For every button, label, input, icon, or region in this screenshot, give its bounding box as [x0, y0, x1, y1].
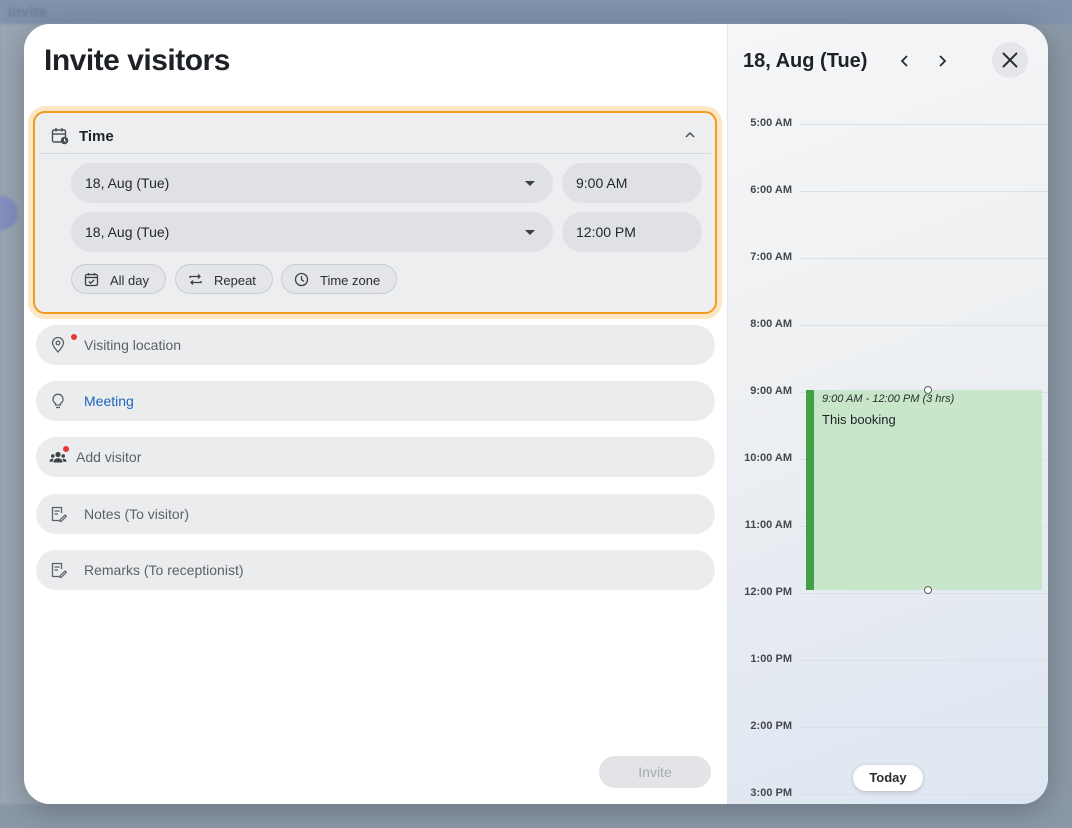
add-visitor-field[interactable]: Add visitor: [36, 437, 715, 477]
hour-label: 11:00 AM: [744, 519, 792, 531]
booking-resize-handle-bottom[interactable]: [924, 586, 932, 594]
start-time-value: 9:00 AM: [576, 175, 628, 191]
start-date-value: 18, Aug (Tue): [85, 175, 170, 191]
repeat-label: Repeat: [214, 273, 256, 288]
end-time-select[interactable]: 12:00 PM: [562, 212, 702, 252]
calendar-panel: 18, Aug (Tue) 5:00 AM 6:00 AM 7:00 AM 8:00 …: [727, 24, 1048, 804]
notes-placeholder: Notes (To visitor): [84, 506, 190, 522]
lightbulb-icon: [52, 393, 64, 409]
dropdown-arrow-icon: [525, 181, 535, 186]
background-bottom-bar: [0, 804, 1072, 828]
end-time-value: 12:00 PM: [576, 224, 636, 240]
hour-label: 1:00 PM: [750, 653, 792, 665]
background-accent: [0, 196, 18, 230]
visiting-location-placeholder: Visiting location: [84, 337, 182, 353]
required-indicator: [63, 446, 69, 452]
close-icon: [1002, 52, 1018, 68]
invite-button[interactable]: Invite: [599, 756, 711, 788]
close-button[interactable]: [992, 42, 1028, 78]
calendar-clock-icon: [51, 128, 69, 145]
hour-gridline: [800, 325, 1048, 326]
hour-label: 3:00 PM: [750, 787, 792, 799]
calendar-check-icon: [84, 273, 99, 287]
remarks-to-receptionist-field[interactable]: Remarks (To receptionist): [36, 550, 715, 590]
add-visitor-placeholder: Add visitor: [76, 449, 142, 465]
booking-resize-handle-top[interactable]: [924, 386, 932, 394]
booking-time-range: 9:00 AM - 12:00 PM (3 hrs): [822, 393, 955, 405]
time-zone-button[interactable]: Time zone: [281, 264, 397, 294]
visit-purpose-value: Meeting: [84, 393, 134, 409]
hour-gridline: [800, 660, 1048, 661]
all-day-label: All day: [110, 273, 150, 288]
background-top-bar: [0, 0, 1072, 24]
hour-label: 2:00 PM: [750, 720, 792, 732]
hour-label: 6:00 AM: [750, 184, 792, 196]
start-time-select[interactable]: 9:00 AM: [562, 163, 702, 203]
all-day-button[interactable]: All day: [71, 264, 166, 294]
location-pin-icon: [51, 336, 65, 353]
required-indicator: [71, 334, 77, 340]
clock-icon: [294, 272, 309, 287]
calendar-date-title: 18, Aug (Tue): [743, 50, 868, 72]
end-date-value: 18, Aug (Tue): [85, 224, 170, 240]
time-section: Time 18, Aug (Tue) 9:00 AM 18, Aug (Tue)…: [33, 111, 717, 314]
remarks-placeholder: Remarks (To receptionist): [84, 562, 244, 578]
hour-label: 7:00 AM: [750, 251, 792, 263]
background-title: Invite: [8, 4, 48, 21]
invite-visitors-dialog: Invite visitors Time 18, Aug (Tue) 9:00 …: [24, 24, 1048, 804]
time-zone-label: Time zone: [320, 273, 381, 288]
today-button[interactable]: Today: [853, 765, 923, 791]
hour-gridline: [800, 794, 1048, 795]
start-date-select[interactable]: 18, Aug (Tue): [71, 163, 553, 203]
chevron-up-icon[interactable]: [683, 128, 697, 142]
repeat-icon: [189, 274, 202, 285]
hour-label: 9:00 AM: [750, 385, 792, 397]
hour-label: 12:00 PM: [744, 586, 792, 598]
chevron-left-icon[interactable]: [894, 50, 916, 72]
dialog-title: Invite visitors: [44, 44, 230, 77]
visit-purpose-field[interactable]: Meeting: [36, 381, 715, 421]
hour-label: 10:00 AM: [744, 452, 792, 464]
notes-to-visitor-field[interactable]: Notes (To visitor): [36, 494, 715, 534]
time-section-label: Time: [79, 128, 114, 145]
invite-form-panel: Invite visitors Time 18, Aug (Tue) 9:00 …: [24, 24, 727, 804]
booking-title: This booking: [822, 412, 896, 427]
repeat-button[interactable]: Repeat: [175, 264, 273, 294]
edit-note-icon: [51, 562, 67, 578]
hour-gridline: [800, 258, 1048, 259]
booking-event[interactable]: 9:00 AM - 12:00 PM (3 hrs) This booking: [806, 390, 1042, 590]
dropdown-arrow-icon: [525, 230, 535, 235]
hour-label: 5:00 AM: [750, 117, 792, 129]
hour-gridline: [800, 191, 1048, 192]
time-section-header[interactable]: Time: [39, 117, 711, 154]
edit-note-icon: [51, 506, 67, 522]
end-date-select[interactable]: 18, Aug (Tue): [71, 212, 553, 252]
visiting-location-field[interactable]: Visiting location: [36, 325, 715, 365]
hour-gridline: [800, 593, 1048, 594]
hour-gridline: [800, 124, 1048, 125]
chevron-right-icon[interactable]: [931, 50, 953, 72]
hour-label: 8:00 AM: [750, 318, 792, 330]
hour-gridline: [800, 727, 1048, 728]
